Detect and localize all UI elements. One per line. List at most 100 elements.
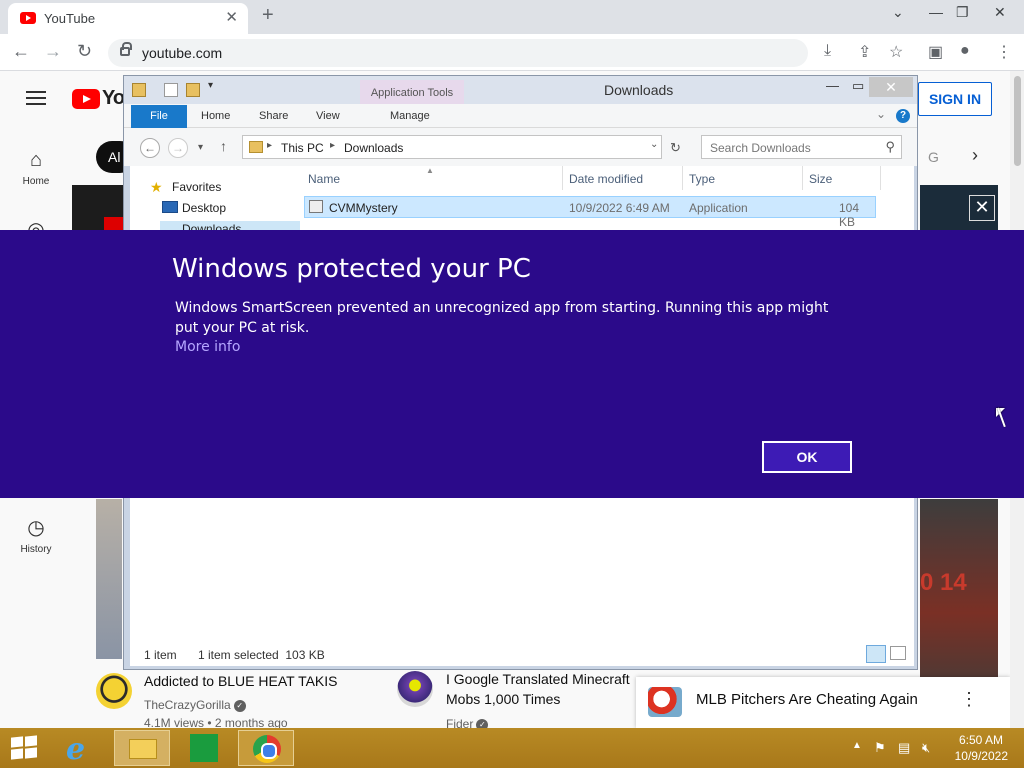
ribbon-tab-view[interactable]: View [316,110,340,122]
column-divider[interactable] [880,166,881,190]
thumbnail-detail [104,217,124,230]
more-info-link[interactable]: More info [175,339,240,355]
video-thumbnail[interactable] [96,499,122,659]
ok-button[interactable]: OK [762,441,852,473]
profile-avatar-icon[interactable]: ● [960,42,970,60]
status-item-count: 1 item [144,648,177,662]
install-app-icon[interactable]: ⤓ [824,42,831,60]
channel-avatar[interactable] [397,671,433,707]
browser-toolbar: ← → ↻ youtube.com ⤓ ⇪ ☆ ▣ ● ⋮ [0,34,1024,71]
help-icon[interactable]: ? [896,109,910,123]
column-header-size[interactable]: Size [809,172,832,186]
chrome-menu-icon[interactable]: ⋮ [996,42,1012,62]
refresh-icon[interactable]: ↻ [670,140,681,156]
show-hidden-icons-chevron-icon[interactable]: ▲ [852,740,862,751]
sidebar-item-label: History [20,544,52,555]
application-tools-label: Application Tools [360,80,464,106]
file-size: 104 KB [839,201,860,229]
nav-item-desktop[interactable]: Desktop [182,201,226,215]
video-title[interactable]: Addicted to BLUE HEAT TAKIS [144,671,338,691]
tab-search-chevron-icon[interactable]: ⌄ [892,4,904,21]
action-center-flag-icon[interactable]: ⚑ [874,740,886,756]
more-options-icon[interactable]: ⋮ [960,689,978,710]
share-icon[interactable]: ⇪ [858,42,871,62]
search-placeholder: Search Downloads [710,141,811,155]
breadcrumb-separator-icon[interactable]: ▸ [330,140,335,151]
taskbar-file-explorer[interactable] [114,730,170,766]
page-scrollbar-thumb[interactable] [1014,76,1021,166]
network-icon[interactable]: ▤ [898,740,910,756]
channel-avatar[interactable] [96,673,132,709]
clock-time[interactable]: 6:50 AM [957,733,1003,747]
ribbon-tab-share[interactable]: Share [259,110,288,122]
column-header-date-modified[interactable]: Date modified [569,172,643,186]
column-divider[interactable] [562,166,563,190]
recent-locations-chevron-icon[interactable]: ▾ [198,142,203,153]
forward-arrow-icon[interactable]: → [44,41,62,62]
back-arrow-icon[interactable]: ← [12,41,30,62]
details-view-icon[interactable] [866,645,886,663]
reload-icon[interactable]: ↻ [77,41,92,62]
ribbon-tab-home[interactable]: Home [201,110,230,122]
restore-button[interactable]: ❐ [956,4,969,21]
column-divider[interactable] [802,166,803,190]
explorer-maximize-button[interactable]: ▭ [852,78,864,94]
explorer-titlebar[interactable]: ▾ Application Tools Downloads — ▭ ✕ [124,76,917,106]
bookmark-star-icon[interactable]: ☆ [889,42,903,62]
explorer-back-icon[interactable]: ← [140,138,160,158]
breadcrumb-downloads[interactable]: Downloads [344,141,403,155]
explorer-forward-icon[interactable]: → [168,138,188,158]
video-title-line-2[interactable]: Mobs 1,000 Times [446,689,560,709]
new-folder-icon[interactable] [186,83,200,97]
sidebar-item-home[interactable]: ⌂ Home [0,149,72,187]
hamburger-menu-icon[interactable] [26,91,46,105]
column-divider[interactable] [682,166,683,190]
explorer-address-bar[interactable]: ▸ This PC ▸ Downloads [242,135,662,159]
column-header-name[interactable]: Name [308,172,340,186]
search-icon: ⚲ [885,139,895,154]
volume-muted-icon[interactable]: 🔇︎ [922,740,930,756]
breadcrumb-this-pc[interactable]: This PC [281,141,324,155]
taskbar-chrome[interactable] [238,730,294,766]
internet-explorer-icon[interactable]: e [66,732,85,767]
column-header-type[interactable]: Type [689,172,715,186]
ribbon-expand-chevron-icon[interactable]: ⌄ [876,107,886,121]
file-row[interactable]: CVMMystery 10/9/2022 6:49 AM Application… [304,196,876,229]
close-browser-button[interactable]: ✕ [994,4,1006,21]
large-icons-view-icon[interactable] [890,646,906,660]
side-panel-icon[interactable]: ▣ [928,42,943,62]
ribbon-tab-file[interactable]: File [131,105,187,128]
video-title-line-1[interactable]: I Google Translated Minecraft [446,669,630,689]
file-date-modified: 10/9/2022 6:49 AM [569,201,670,215]
tab-close-button[interactable]: ✕ [225,8,238,26]
breadcrumb-separator-icon[interactable]: ▸ [267,140,272,151]
channel-name[interactable]: TheCrazyGorilla ✓ [144,698,246,712]
sign-in-button[interactable]: SIGN IN [918,82,992,116]
new-tab-button[interactable]: + [262,4,274,27]
explorer-minimize-button[interactable]: — [826,78,839,93]
sidebar-item-history[interactable]: ◷ History [0,515,72,555]
application-file-icon [309,200,323,213]
start-button[interactable] [11,735,39,761]
search-downloads-input[interactable]: Search Downloads ⚲ [701,135,902,159]
nav-item-favorites[interactable]: Favorites [172,180,221,194]
windows-taskbar: e ▲ ⚑ ▤ 🔇︎ 6:50 AM 10/9/2022 [0,728,1024,768]
address-bar[interactable]: youtube.com [108,39,808,67]
browser-tab-youtube[interactable]: YouTube ✕ [8,3,248,34]
ribbon-tab-manage[interactable]: Manage [390,110,430,122]
quick-access-dropdown-icon[interactable]: ▾ [208,80,222,94]
explorer-close-button[interactable]: ✕ [869,77,913,97]
address-dropdown-icon[interactable]: ⌄ [650,139,658,150]
properties-icon[interactable] [164,83,178,97]
chip-partial[interactable]: G [928,149,939,165]
close-icon[interactable]: ✕ [969,195,995,221]
miniplayer-card[interactable]: MLB Pitchers Are Cheating Again ⋮ [636,677,1010,728]
youtube-logo-icon[interactable] [72,89,100,109]
channel-name[interactable]: Fider ✓ [446,717,489,728]
up-level-arrow-icon[interactable]: ↑ [220,138,227,154]
clock-date[interactable]: 10/9/2022 [950,749,1008,763]
minimize-button[interactable]: — [929,4,943,20]
sidebar-item-explore[interactable]: ◎ [0,217,72,231]
windows-store-icon[interactable] [190,734,218,762]
chips-next-arrow-icon[interactable]: › [972,145,978,166]
